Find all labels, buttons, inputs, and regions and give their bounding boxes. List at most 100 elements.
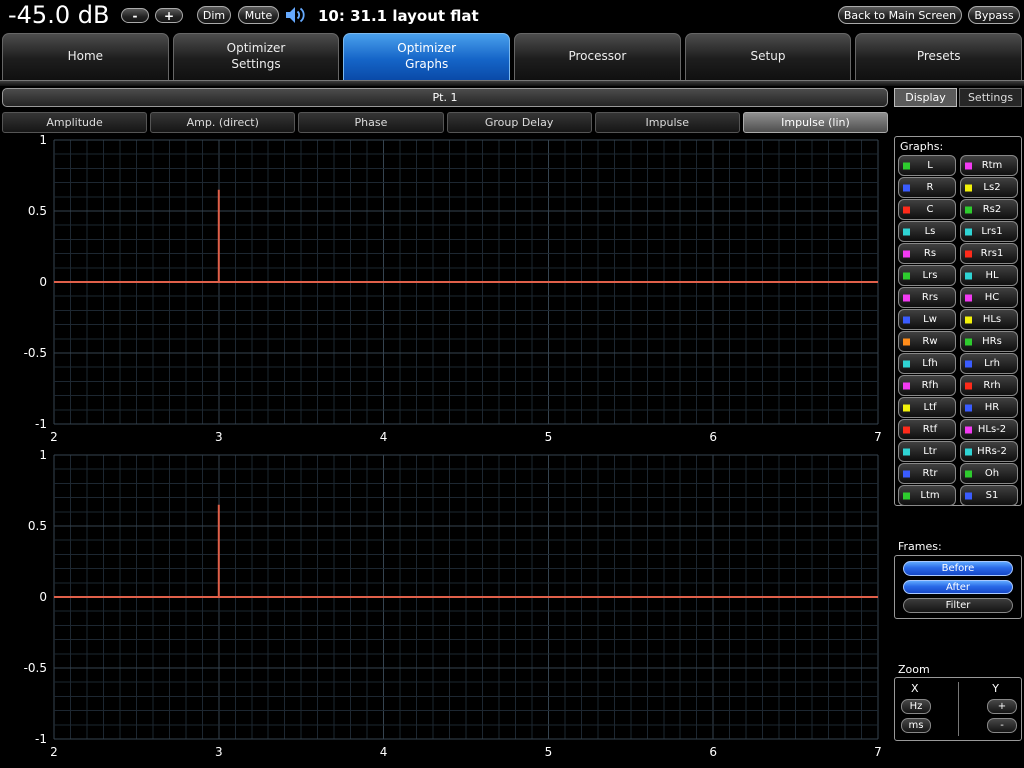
frames-panel-label: Frames: bbox=[898, 540, 942, 553]
graph-tab-amp-direct[interactable]: Amp. (direct) bbox=[150, 112, 296, 133]
channel-label: Oh bbox=[984, 468, 1000, 479]
channel-button-l[interactable]: L bbox=[898, 155, 956, 176]
channel-button-lrs[interactable]: Lrs bbox=[898, 265, 956, 286]
mute-button[interactable]: Mute bbox=[238, 6, 279, 24]
nav-tab-optimizer-settings[interactable]: Optimizer Settings bbox=[172, 33, 340, 80]
channel-color-swatch bbox=[965, 206, 972, 213]
channel-button-hrs[interactable]: HRs bbox=[960, 331, 1018, 352]
channel-button-rfh[interactable]: Rfh bbox=[898, 375, 956, 396]
nav-tab-bar-strip bbox=[0, 80, 1024, 86]
channel-button-ltr[interactable]: Ltr bbox=[898, 441, 956, 462]
channel-label: Ls bbox=[924, 226, 936, 237]
x-axis-tick-label: 5 bbox=[545, 745, 553, 759]
graphs-panel: Graphs: L R C Ls Rs Lrs Rrs Lw Rw Lfh Rfh Ltf Rtf Ltr… bbox=[894, 136, 1022, 506]
channel-button-ls[interactable]: Ls bbox=[898, 221, 956, 242]
channel-button-oh[interactable]: Oh bbox=[960, 463, 1018, 484]
channel-button-hr[interactable]: HR bbox=[960, 397, 1018, 418]
channel-button-rs2[interactable]: Rs2 bbox=[960, 199, 1018, 220]
zoom-panel-label: Zoom bbox=[898, 663, 930, 676]
y-axis-tick-label: 0.5 bbox=[28, 204, 47, 218]
frame-button-filter[interactable]: Filter bbox=[903, 598, 1013, 614]
channel-button-lrs1[interactable]: Lrs1 bbox=[960, 221, 1018, 242]
view-tab-display[interactable]: Display bbox=[894, 88, 957, 107]
channel-color-swatch bbox=[965, 404, 972, 411]
channel-button-lrh[interactable]: Lrh bbox=[960, 353, 1018, 374]
channel-button-rs[interactable]: Rs bbox=[898, 243, 956, 264]
channel-color-swatch bbox=[903, 426, 910, 433]
speaker-icon bbox=[284, 5, 308, 25]
x-axis-tick-label: 6 bbox=[709, 430, 717, 444]
channel-color-swatch bbox=[965, 426, 972, 433]
channel-color-swatch bbox=[903, 184, 910, 191]
zoom-panel: X Y Hz ms + - bbox=[894, 677, 1022, 741]
channel-color-swatch bbox=[965, 360, 972, 367]
back-to-main-screen-button[interactable]: Back to Main Screen bbox=[838, 6, 962, 24]
nav-tab-setup[interactable]: Setup bbox=[684, 33, 852, 80]
channel-color-swatch bbox=[965, 492, 972, 499]
graph-tab-group-delay[interactable]: Group Delay bbox=[446, 112, 592, 133]
x-axis-tick-label: 7 bbox=[874, 745, 882, 759]
channel-button-lw[interactable]: Lw bbox=[898, 309, 956, 330]
channel-button-c[interactable]: C bbox=[898, 199, 956, 220]
nav-tab-presets[interactable]: Presets bbox=[855, 33, 1023, 80]
channel-label: Rrs1 bbox=[980, 248, 1004, 259]
channel-button-ltf[interactable]: Ltf bbox=[898, 397, 956, 418]
frame-button-before[interactable]: Before bbox=[903, 561, 1013, 576]
channel-color-swatch bbox=[903, 272, 910, 279]
x-axis-tick-label: 4 bbox=[380, 430, 388, 444]
x-axis-tick-label: 7 bbox=[874, 430, 882, 444]
view-tab-settings[interactable]: Settings bbox=[959, 88, 1022, 107]
channel-button-ltm[interactable]: Ltm bbox=[898, 485, 956, 506]
graph-tab-phase[interactable]: Phase bbox=[298, 112, 444, 133]
channel-color-swatch bbox=[903, 228, 910, 235]
channel-label: Rtm bbox=[981, 160, 1003, 171]
nav-tab-optimizer-graphs[interactable]: Optimizer Graphs bbox=[343, 33, 511, 80]
channel-button-r[interactable]: R bbox=[898, 177, 956, 198]
zoom-x-ms-button[interactable]: ms bbox=[901, 718, 931, 733]
volume-up-button[interactable]: + bbox=[155, 8, 183, 23]
zoom-x-hz-button[interactable]: Hz bbox=[901, 699, 931, 714]
channel-button-hc[interactable]: HC bbox=[960, 287, 1018, 308]
channel-color-swatch bbox=[903, 404, 910, 411]
nav-tab-processor[interactable]: Processor bbox=[514, 33, 681, 80]
zoom-y-minus-button[interactable]: - bbox=[987, 718, 1017, 733]
channel-button-rrh[interactable]: Rrh bbox=[960, 375, 1018, 396]
dim-button[interactable]: Dim bbox=[197, 6, 231, 24]
graph-tab-impulse[interactable]: Impulse bbox=[594, 112, 740, 133]
channel-label: HRs bbox=[982, 336, 1002, 347]
channel-label: Lw bbox=[923, 314, 937, 325]
zoom-y-plus-button[interactable]: + bbox=[987, 699, 1017, 714]
channel-color-swatch bbox=[965, 184, 972, 191]
channel-button-s1[interactable]: S1 bbox=[960, 485, 1018, 506]
channel-button-rw[interactable]: Rw bbox=[898, 331, 956, 352]
channel-button-rtf[interactable]: Rtf bbox=[898, 419, 956, 440]
volume-down-button[interactable]: - bbox=[121, 8, 149, 23]
graph-tab-amplitude[interactable]: Amplitude bbox=[2, 112, 148, 133]
channel-button-rrs[interactable]: Rrs bbox=[898, 287, 956, 308]
graph-tab-impulse-lin[interactable]: Impulse (lin) bbox=[742, 112, 889, 133]
channel-button-ls2[interactable]: Ls2 bbox=[960, 177, 1018, 198]
nav-tab-home[interactable]: Home bbox=[2, 33, 169, 80]
channel-button-hrs-2[interactable]: HRs-2 bbox=[960, 441, 1018, 462]
channel-label: Lrs bbox=[922, 270, 938, 281]
channel-button-rtm[interactable]: Rtm bbox=[960, 155, 1018, 176]
x-axis-tick-label: 4 bbox=[380, 745, 388, 759]
channel-label: Rs bbox=[923, 248, 937, 259]
bypass-button[interactable]: Bypass bbox=[968, 6, 1020, 24]
x-axis-tick-label: 6 bbox=[709, 745, 717, 759]
channel-label: Ltm bbox=[920, 490, 940, 501]
channel-button-lfh[interactable]: Lfh bbox=[898, 353, 956, 374]
channel-label: HRs-2 bbox=[977, 446, 1007, 457]
channel-button-hls[interactable]: HLs bbox=[960, 309, 1018, 330]
channel-color-swatch bbox=[903, 206, 910, 213]
channel-color-swatch bbox=[965, 272, 972, 279]
frame-button-after[interactable]: After bbox=[903, 579, 1013, 595]
channel-button-rrs1[interactable]: Rrs1 bbox=[960, 243, 1018, 264]
channel-button-rtr[interactable]: Rtr bbox=[898, 463, 956, 484]
channel-color-swatch bbox=[903, 338, 910, 345]
channel-button-hls-2[interactable]: HLs-2 bbox=[960, 419, 1018, 440]
nav-tab-bar: Home Optimizer Settings Optimizer Graphs Pr… bbox=[2, 33, 1023, 80]
channel-label: Lrh bbox=[984, 358, 1000, 369]
channel-button-hl[interactable]: HL bbox=[960, 265, 1018, 286]
measurement-point-bar[interactable]: Pt. 1 bbox=[2, 88, 888, 107]
